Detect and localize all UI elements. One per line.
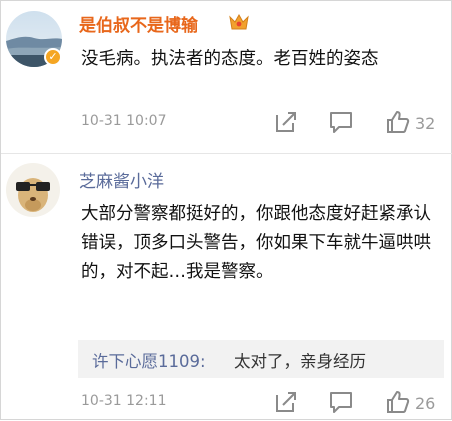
verified-badge-icon: ✓ — [44, 48, 62, 66]
comment-item: ✓ 是伯叔不是博输 没毛病。执法者的态度。老百姓的姿态 10-31 10:07 … — [1, 1, 452, 153]
reply-preview[interactable]: 许下心愿1109: 太对了，亲身经历 — [78, 340, 444, 378]
comment-text: 大部分警察都挺好的，你跟他态度好赶紧承认错误，顶多口头警告，你如果下车就牛逼哄哄… — [81, 204, 431, 282]
crown-icon — [229, 13, 249, 30]
comment-icon[interactable] — [328, 389, 354, 415]
comment-time: 10-31 12:11 — [81, 393, 167, 409]
comment-icon[interactable] — [328, 109, 354, 135]
edit-icon[interactable] — [273, 109, 299, 135]
username[interactable]: 是伯叔不是博输 — [79, 11, 198, 36]
avatar-image — [6, 163, 60, 217]
edit-icon[interactable] — [273, 389, 299, 415]
reply-text: 太对了，亲身经历 — [234, 352, 366, 371]
comment-time: 10-31 10:07 — [81, 113, 167, 129]
like-count: 32 — [415, 114, 436, 133]
avatar[interactable] — [6, 163, 60, 217]
thumb-up-icon[interactable] — [385, 109, 411, 135]
thumb-up-icon[interactable] — [385, 389, 411, 415]
like-count: 26 — [415, 394, 436, 413]
reply-username[interactable]: 许下心愿1109: — [92, 348, 206, 372]
username[interactable]: 芝麻酱小洋 — [79, 167, 164, 192]
comment-meta: 10-31 12:11 26 — [1, 389, 452, 419]
comment-text: 没毛病。执法者的态度。老百姓的姿态 — [81, 49, 379, 69]
comment-item: 芝麻酱小洋 大部分警察都挺好的，你跟他态度好赶紧承认错误，顶多口头警告，你如果下… — [1, 153, 452, 421]
comment-meta: 10-31 10:07 32 — [1, 109, 452, 139]
